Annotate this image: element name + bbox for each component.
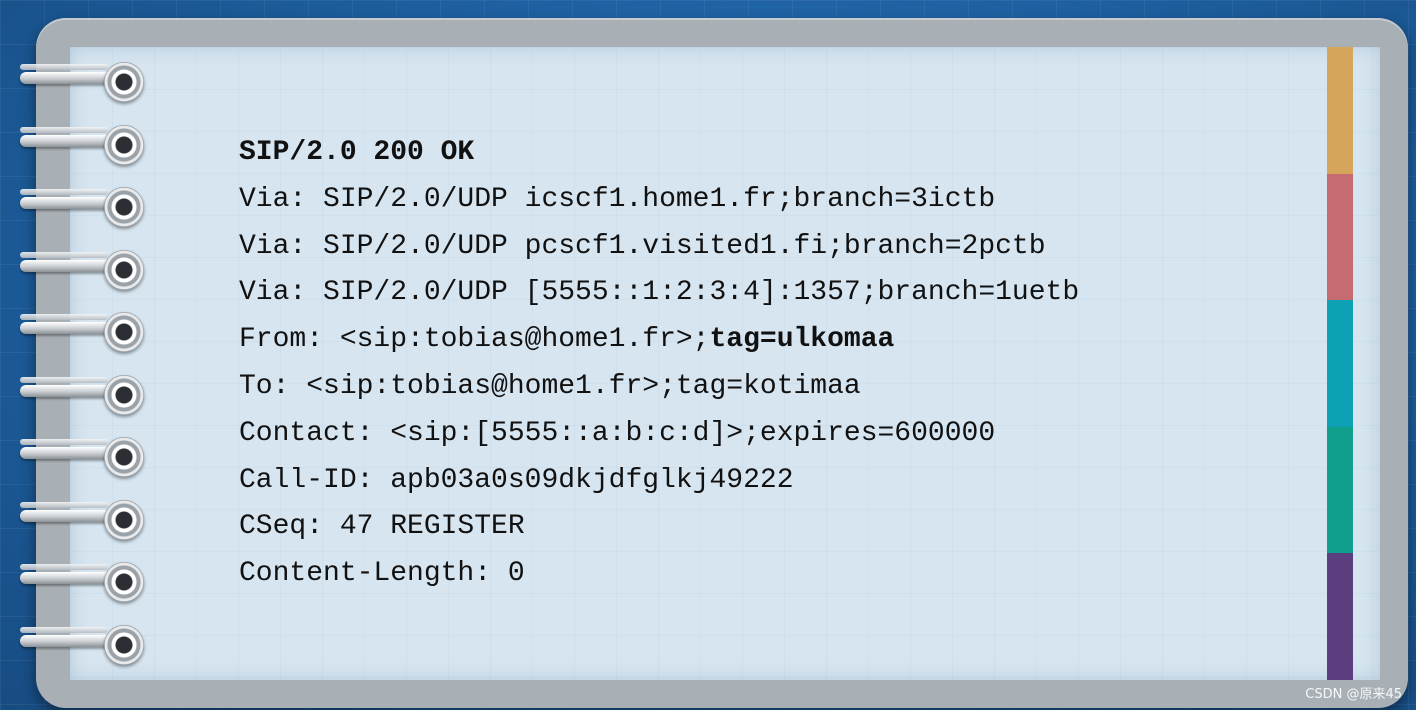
from-header: From: <sip:tobias@home1.fr>;tag=ulkomaa [239,317,1079,364]
via-header-2: Via: SIP/2.0/UDP pcscf1.visited1.fi;bran… [239,230,1046,262]
tab-green [1327,426,1353,554]
tab-purple [1327,553,1353,680]
via-header-3: Via: SIP/2.0/UDP [5555::1:2:3:4]:1357;br… [239,277,1080,309]
from-value: From: <sip:tobias@home1.fr>; [239,324,710,356]
binding-ring [20,373,144,417]
binding-ring [20,498,144,542]
tab-red [1327,173,1353,301]
call-id-header: Call-ID: apb03a0s09dkjdfglkj49222 [239,464,794,496]
notebook-tabs [1327,47,1353,680]
binding-ring [20,310,144,354]
content-length-header: Content-Length: 0 [239,558,525,590]
cseq-header: CSeq: 47 REGISTER [239,511,525,543]
via-header-1: Via: SIP/2.0/UDP icscf1.home1.fr;branch=… [239,183,996,215]
binding-ring [20,60,144,104]
to-header: To: <sip:tobias@home1.fr>;tag=kotimaa [239,370,861,402]
watermark: CSDN @原来45 [1305,687,1402,702]
binding-ring [20,248,144,292]
binding-ring [20,560,144,604]
sip-message: SIP/2.0 200 OK Via: SIP/2.0/UDP icscf1.h… [239,130,1079,598]
binding-ring [20,435,144,479]
tab-teal [1327,300,1353,427]
spiral-binding [20,60,144,680]
contact-header: Contact: <sip:[5555::a:b:c:d]>;expires=6… [239,417,996,449]
binding-ring [20,185,144,229]
binding-ring [20,123,144,167]
tab-orange [1327,47,1353,174]
binding-ring [20,623,144,667]
status-line: SIP/2.0 200 OK [239,137,475,168]
from-tag: tag=ulkomaa [709,324,895,356]
